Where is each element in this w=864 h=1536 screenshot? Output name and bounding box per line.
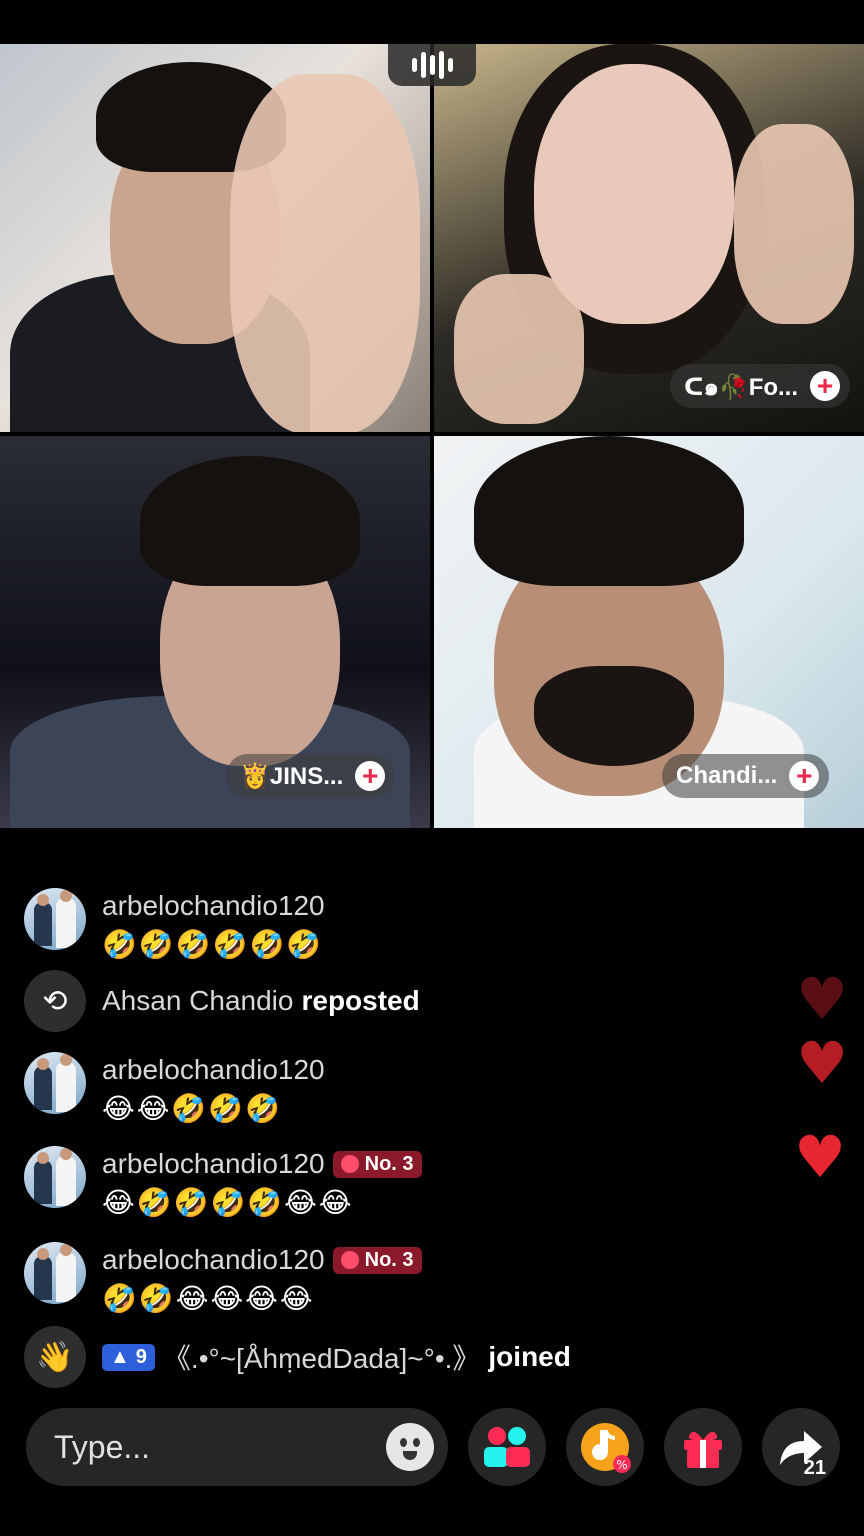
join-notice: 👋 ▲ 9 《.•°~[ÅhṃedDada]~°•.》 joined <box>24 1326 571 1388</box>
guest-name: ᑕ๑🥀Fo... <box>684 373 799 401</box>
medal-icon <box>340 1251 359 1269</box>
repost-icon: ⟲ <box>24 970 86 1032</box>
level-badge: ▲ 9 <box>102 1343 155 1371</box>
share-count: 21 <box>803 1457 826 1479</box>
guest-tile-3[interactable]: 👸JINS... + <box>0 436 430 828</box>
rank-badge: No. 3 <box>332 1246 422 1274</box>
join-action: joined <box>488 1341 571 1372</box>
chat-text: 🤣🤣🤣🤣🤣🤣 <box>102 928 324 961</box>
rank-badge: No. 3 <box>332 1150 422 1178</box>
chat-message[interactable]: arbelochandio120 No. 3 🤣🤣😂😂😂😂 <box>24 1242 422 1315</box>
guest-name-tag-4[interactable]: Chandi... + <box>662 754 830 798</box>
heart-icon: ♥ <box>794 1123 846 1191</box>
chat-username[interactable]: arbelochandio120 <box>102 1054 325 1086</box>
triangle-icon: ▲ <box>110 1345 130 1368</box>
gift-icon <box>684 1431 722 1468</box>
avatar[interactable] <box>24 1146 86 1208</box>
chat-message[interactable]: arbelochandio120 🤣🤣🤣🤣🤣🤣 <box>24 888 325 961</box>
chat-message[interactable]: arbelochandio120 No. 3 😂🤣🤣🤣🤣😂😂 <box>24 1146 422 1219</box>
chat-text: 😂🤣🤣🤣🤣😂😂 <box>102 1186 354 1219</box>
join-user[interactable]: 《.•°~[ÅhṃedDada]~°•.》 <box>163 1337 480 1377</box>
follow-plus-icon[interactable]: + <box>810 371 841 401</box>
guest-name-tag-2[interactable]: ᑕ๑🥀Fo... + <box>670 364 851 408</box>
avatar[interactable] <box>24 888 86 950</box>
chat-text: 🤣🤣😂😂😂😂 <box>102 1282 315 1315</box>
repost-user[interactable]: Ahsan Chandio <box>102 985 293 1017</box>
heart-icon: ♥ <box>796 1029 848 1097</box>
guest-tile-4[interactable]: Chandi... + <box>434 436 864 828</box>
bottom-bar: Type... % 21 <box>0 1408 864 1488</box>
chat-username[interactable]: arbelochandio120 <box>102 1244 325 1276</box>
repost-action: reposted <box>301 985 420 1016</box>
repost-notice: ⟲ Ahsan Chandio reposted <box>24 970 420 1032</box>
audio-waveform-icon[interactable] <box>388 44 476 86</box>
avatar[interactable] <box>24 1052 86 1114</box>
guest-name: Chandi... <box>676 762 778 789</box>
multi-guest-grid: ᑕ๑🥀Fo... + 👸JINS... + Chandi... + <box>0 44 864 828</box>
guests-icon <box>484 1427 530 1467</box>
heart-icon: ♥ <box>796 965 848 1033</box>
gift-button[interactable] <box>664 1408 742 1486</box>
guest-name: 👸JINS... <box>240 762 344 790</box>
chat-message[interactable]: arbelochandio120 😂😂🤣🤣🤣 <box>24 1052 325 1125</box>
follow-plus-icon[interactable]: + <box>355 761 386 791</box>
follow-plus-icon[interactable]: + <box>789 761 820 791</box>
share-button[interactable]: 21 <box>762 1408 840 1486</box>
emoji-icon[interactable] <box>386 1423 434 1471</box>
chat-username[interactable]: arbelochandio120 <box>102 890 325 922</box>
guest-name-tag-3[interactable]: 👸JINS... + <box>226 754 396 798</box>
multi-guest-button[interactable] <box>468 1408 546 1486</box>
chat-text: 😂😂🤣🤣🤣 <box>102 1092 283 1125</box>
avatar[interactable] <box>24 1242 86 1304</box>
music-note-icon: % <box>581 1423 631 1473</box>
svg-text:%: % <box>616 1458 627 1472</box>
chat-username[interactable]: arbelochandio120 <box>102 1148 325 1180</box>
tiktok-promo-button[interactable]: % <box>566 1408 644 1486</box>
guest-tile-1[interactable] <box>0 44 430 432</box>
guest-tile-2[interactable]: ᑕ๑🥀Fo... + <box>434 44 864 432</box>
comment-input[interactable]: Type... <box>26 1408 448 1486</box>
comment-placeholder: Type... <box>54 1428 151 1465</box>
wave-hand-icon: 👋 <box>24 1326 86 1388</box>
medal-icon <box>340 1155 359 1173</box>
